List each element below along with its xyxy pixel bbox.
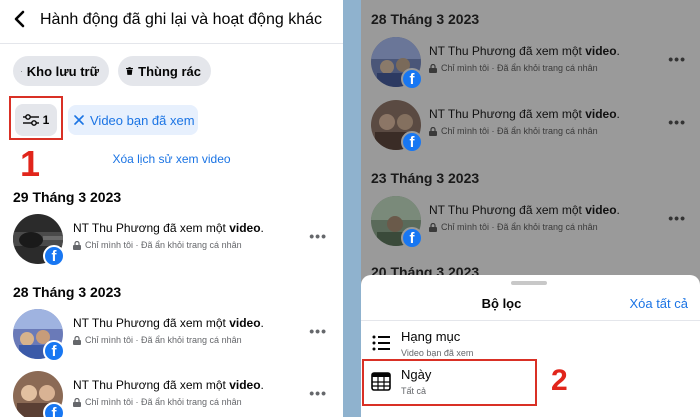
- more-options-icon[interactable]: •••: [668, 114, 686, 130]
- sheet-divider: [361, 320, 700, 321]
- trash-button[interactable]: Thùng rác: [118, 56, 211, 86]
- active-filter-chip[interactable]: Video bạn đã xem: [68, 105, 198, 135]
- privacy-info: Chỉ mình tôi · Đã ẩn khỏi trang cá nhân: [429, 63, 598, 73]
- activity-text: NT Thu Phương đã xem một video.: [73, 378, 264, 392]
- more-options-icon[interactable]: •••: [668, 210, 686, 226]
- privacy-text: Chỉ mình tôi · Đã ẩn khỏi trang cá nhân: [441, 126, 598, 136]
- highlight-box-step-1: [9, 96, 63, 140]
- privacy-text: Chỉ mình tôi · Đã ẩn khỏi trang cá nhân: [85, 397, 242, 407]
- activity-item[interactable]: f NT Thu Phương đã xem một video. Chỉ mì…: [361, 100, 700, 160]
- step-number-2: 2: [551, 364, 568, 397]
- lock-icon: [73, 335, 81, 345]
- facebook-icon: f: [401, 131, 423, 153]
- activity-item[interactable]: f NT Thu Phương đã xem một video. Chỉ mì…: [0, 309, 343, 369]
- facebook-icon: f: [401, 227, 423, 249]
- privacy-info: Chỉ mình tôi · Đã ẩn khỏi trang cá nhân: [429, 126, 598, 136]
- date-heading: 28 Tháng 3 2023: [13, 284, 122, 300]
- filter-option-value: Video bạn đã xem: [401, 348, 474, 358]
- activity-item[interactable]: f NT Thu Phương đã xem một video. Chỉ mì…: [0, 214, 343, 274]
- header-bar: Hành động đã ghi lại và hoạt động khác: [0, 0, 343, 44]
- more-options-icon[interactable]: •••: [309, 323, 327, 339]
- archive-box-icon: [21, 70, 22, 72]
- privacy-info: Chỉ mình tôi · Đã ẩn khỏi trang cá nhân: [73, 335, 242, 345]
- activity-text: NT Thu Phương đã xem một video.: [429, 203, 620, 217]
- privacy-info: Chỉ mình tôi · Đã ẩn khỏi trang cá nhân: [73, 240, 242, 250]
- archive-button[interactable]: Kho lưu trữ: [13, 56, 109, 86]
- date-heading: 29 Tháng 3 2023: [13, 189, 122, 205]
- activity-item[interactable]: f NT Thu Phương đã xem một video. Chỉ mì…: [361, 37, 700, 97]
- facebook-icon: f: [43, 340, 65, 362]
- lock-icon: [429, 222, 437, 232]
- more-options-icon[interactable]: •••: [309, 385, 327, 401]
- activity-log-panel: Hành động đã ghi lại và hoạt động khác K…: [0, 0, 343, 417]
- lock-icon: [73, 240, 81, 250]
- sheet-drag-handle[interactable]: [511, 281, 547, 285]
- page-title: Hành động đã ghi lại và hoạt động khác: [40, 11, 322, 28]
- privacy-text: Chỉ mình tôi · Đã ẩn khỏi trang cá nhân: [441, 222, 598, 232]
- lock-icon: [73, 397, 81, 407]
- date-heading: 28 Tháng 3 2023: [371, 11, 480, 27]
- date-heading: 23 Tháng 3 2023: [371, 170, 480, 186]
- privacy-text: Chỉ mình tôi · Đã ẩn khỏi trang cá nhân: [85, 240, 242, 250]
- active-filter-label: Video bạn đã xem: [90, 112, 195, 128]
- activity-text: NT Thu Phương đã xem một video.: [73, 316, 264, 330]
- close-icon[interactable]: [74, 115, 84, 125]
- privacy-text: Chỉ mình tôi · Đã ẩn khỏi trang cá nhân: [85, 335, 242, 345]
- facebook-icon: f: [43, 402, 65, 417]
- clear-video-history-link[interactable]: Xóa lịch sử xem video: [0, 152, 343, 166]
- activity-item[interactable]: f NT Thu Phương đã xem một video. Chỉ mì…: [0, 371, 343, 417]
- clear-all-button[interactable]: Xóa tất cả: [629, 296, 688, 311]
- more-options-icon[interactable]: •••: [309, 228, 327, 244]
- facebook-icon: f: [401, 68, 423, 90]
- lock-icon: [429, 126, 437, 136]
- sheet-title: Bộ lọc: [481, 296, 522, 311]
- activity-text: NT Thu Phương đã xem một video.: [429, 44, 620, 58]
- panel-divider: [343, 0, 361, 417]
- highlight-box-step-2: [362, 359, 537, 406]
- activity-text: NT Thu Phương đã xem một video.: [73, 221, 264, 235]
- lock-icon: [429, 63, 437, 73]
- list-icon: [372, 335, 390, 351]
- facebook-icon: f: [43, 245, 65, 267]
- privacy-info: Chỉ mình tôi · Đã ẩn khỏi trang cá nhân: [429, 222, 598, 232]
- activity-item[interactable]: f NT Thu Phương đã xem một video. Chỉ mì…: [361, 196, 700, 256]
- filter-option-label: Hạng mục: [401, 329, 461, 344]
- archive-label: Kho lưu trữ: [26, 63, 99, 79]
- activity-text: NT Thu Phương đã xem một video.: [429, 107, 620, 121]
- trash-label: Thùng rác: [138, 63, 201, 79]
- back-arrow-icon[interactable]: [10, 8, 30, 30]
- filtered-panel: 28 Tháng 3 2023 f NT Thu Phương đã xem m…: [361, 0, 700, 417]
- more-options-icon[interactable]: •••: [668, 51, 686, 67]
- filter-bottom-sheet: Bộ lọc Xóa tất cả Hạng mục Video bạn đã …: [361, 275, 700, 417]
- privacy-text: Chỉ mình tôi · Đã ẩn khỏi trang cá nhân: [441, 63, 598, 73]
- privacy-info: Chỉ mình tôi · Đã ẩn khỏi trang cá nhân: [73, 397, 242, 407]
- trash-icon: [126, 67, 134, 75]
